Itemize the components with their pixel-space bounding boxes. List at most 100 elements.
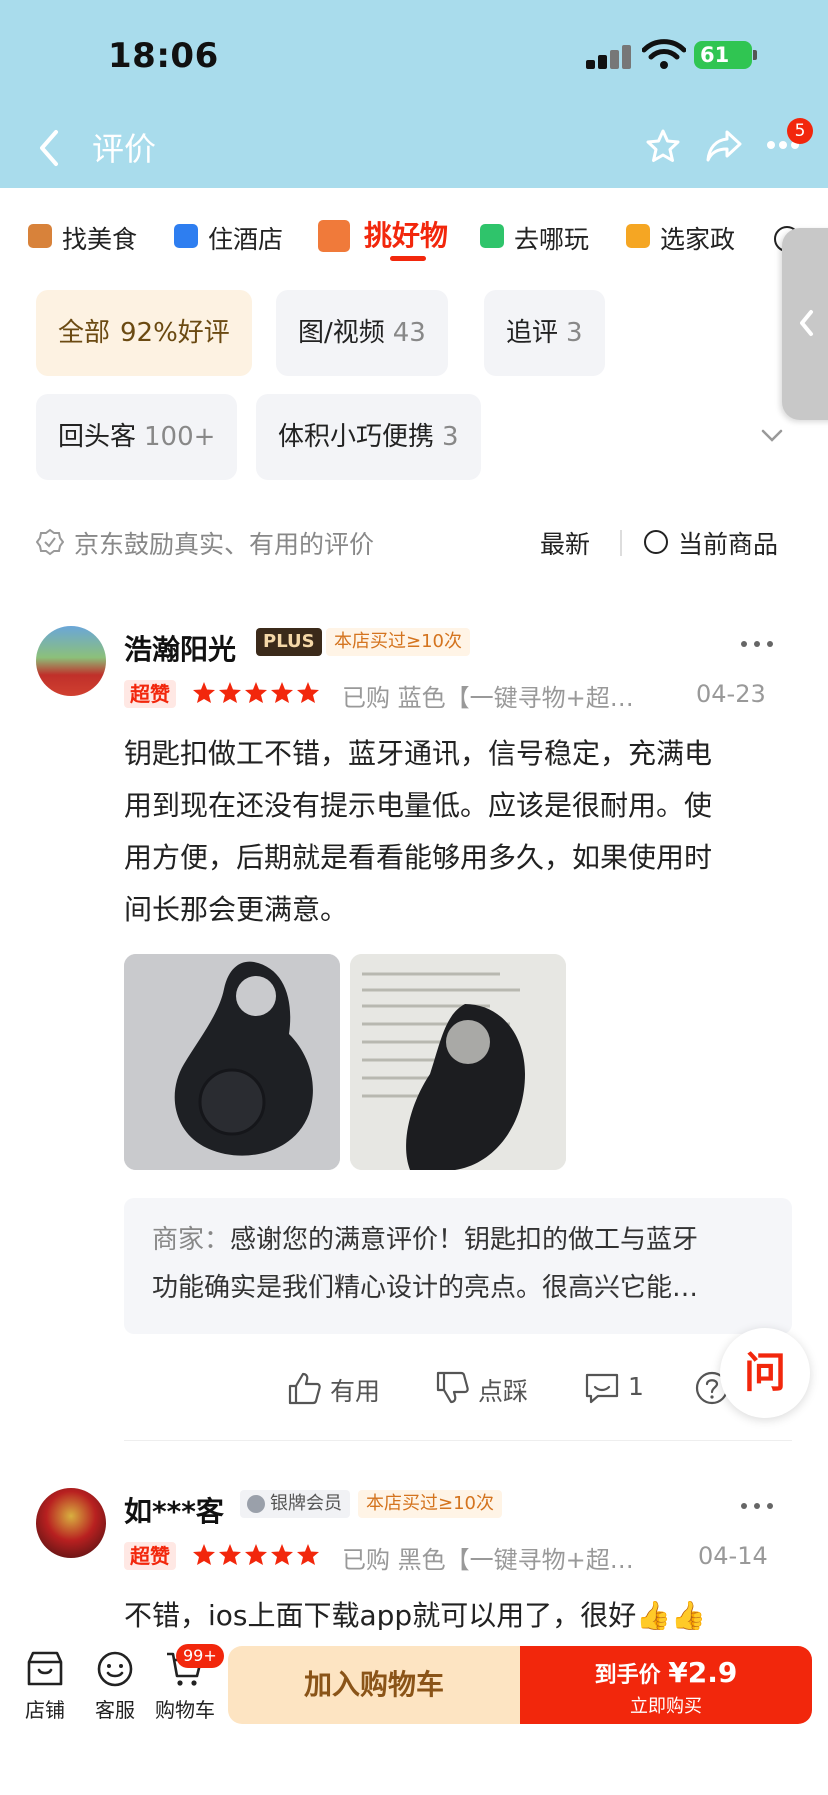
status-time: 18:06 [108, 36, 219, 76]
current-product-radio-icon[interactable] [644, 530, 668, 554]
review-line: 用到现在还没有提示电量低。应该是很耐用。使 [124, 789, 713, 822]
buy-now-button[interactable]: 到手价 ¥2.9 立即购买 [520, 1646, 812, 1724]
tab-label: 去哪玩 [514, 225, 590, 254]
plus-member-badge: PLUS [256, 628, 322, 656]
add-to-cart-button[interactable]: 加入购物车 [228, 1646, 520, 1724]
filter-label: 全部 [58, 318, 111, 348]
thumbs-up-icon [288, 1372, 321, 1405]
shopping-bag-icon [318, 220, 350, 252]
bottom-action-bar: 店铺 客服 购物车 99+ 加入购物车 到手价 ¥2.9 立即购买 [0, 1630, 828, 1795]
merchant-reply-line: 感谢您的满意评价！钥匙扣的做工与蓝牙 [230, 1225, 699, 1255]
battery-icon: 61 [694, 41, 752, 69]
review-line: 用方便，后期就是看看能够用多久，如果使用时 [124, 841, 713, 874]
tab-label: 找美食 [62, 225, 138, 254]
rating-badge: 超赞 [124, 680, 176, 708]
rating-badge: 超赞 [124, 1542, 176, 1570]
filter-count: 100+ [144, 422, 216, 452]
shop-button[interactable]: 店铺 [10, 1650, 80, 1723]
active-tab-indicator [390, 256, 426, 261]
review-separator [124, 1440, 792, 1441]
useful-label: 有用 [330, 1377, 381, 1406]
sort-newest[interactable]: 最新 [540, 525, 590, 561]
review-date: 04-23 [696, 680, 766, 708]
mountain-icon [480, 224, 504, 248]
filter-count: 3 [442, 422, 459, 452]
repeat-buyer-badge: 本店买过≥10次 [326, 628, 470, 656]
filter-count: 92%好评 [120, 318, 230, 348]
review-date: 04-14 [698, 1542, 768, 1570]
tab-label: 挑好物 [364, 219, 449, 252]
comment-icon [585, 1373, 619, 1404]
reviewer-name[interactable]: 如***客 [124, 1490, 224, 1530]
tab-label: 住酒店 [208, 225, 284, 254]
battery-tip [753, 50, 757, 60]
filter-repeat-buyer[interactable]: 回头客 100+ [36, 394, 238, 480]
reviewer-name[interactable]: 浩瀚阳光 [124, 628, 236, 668]
five-stars-icon [193, 682, 319, 703]
filter-all[interactable]: 全部 92%好评 [36, 290, 252, 376]
avatar[interactable] [36, 1488, 106, 1558]
filter-label: 图/视频 [298, 318, 385, 348]
silver-medal-icon [247, 1495, 265, 1513]
key-finder-photo [124, 954, 340, 1170]
filter-count: 3 [566, 318, 583, 348]
share-icon[interactable] [705, 128, 743, 164]
filter-label: 回头客 [58, 422, 137, 452]
final-price-line: 到手价 ¥2.9 [520, 1656, 812, 1689]
wifi-icon [642, 39, 686, 69]
cart-count-badge: 99+ [176, 1644, 224, 1668]
filter-label: 追评 [506, 318, 559, 348]
food-bag-icon [28, 224, 52, 248]
cart-label: 购物车 [155, 1698, 215, 1722]
filter-followup[interactable]: 追评 3 [484, 290, 605, 376]
verified-shield-icon [36, 528, 64, 556]
avatar[interactable] [36, 626, 106, 696]
merchant-label: 商家： [152, 1225, 231, 1255]
review-more-icon[interactable] [740, 1502, 774, 1510]
buy-now-label: 立即购买 [630, 1696, 702, 1717]
page-title: 评价 [92, 130, 157, 168]
review-text: 钥匙扣做工不错，蓝牙通讯，信号稳定，充满电 用到现在还没有提示电量低。应该是很耐… [124, 728, 784, 936]
expand-filters-chevron-icon[interactable] [760, 428, 784, 444]
filter-label: 体积小巧便携 [278, 422, 435, 452]
comment-count: 1 [628, 1372, 644, 1401]
shop-label: 店铺 [25, 1698, 65, 1722]
favorite-star-icon[interactable] [645, 128, 681, 164]
final-price-label: 到手价 [594, 1663, 661, 1688]
final-price: ¥2.9 [668, 1656, 738, 1689]
merchant-reply[interactable]: 商家：感谢您的满意评价！钥匙扣的做工与蓝牙 功能确实是我们精心设计的亮点。很高兴… [124, 1198, 792, 1334]
key-finder-on-manual-photo [350, 954, 566, 1170]
filter-count: 43 [392, 318, 426, 348]
filter-portable[interactable]: 体积小巧便携 3 [256, 394, 481, 480]
store-icon [27, 1651, 63, 1686]
merchant-reply-line: 功能确实是我们精心设计的亮点。很高兴它能… [152, 1273, 699, 1303]
review-photo[interactable] [350, 954, 566, 1170]
notification-badge: 5 [787, 118, 813, 144]
member-level: 银牌会员 [270, 1493, 342, 1514]
review-info-row: 京东鼓励真实、有用的评价 最新 当前商品 [0, 522, 828, 562]
customer-service-button[interactable]: 客服 [80, 1650, 150, 1723]
review-line: 间长那会更满意。 [124, 893, 349, 926]
service-label: 客服 [95, 1698, 135, 1722]
divider [620, 530, 622, 556]
purchased-variant: 已购 蓝色【一键寻物+超长待机】 [342, 684, 656, 712]
cellular-signal-icon [586, 45, 638, 69]
thumbs-down-icon [436, 1371, 469, 1404]
review-photo[interactable] [124, 954, 340, 1170]
back-arrow-icon[interactable] [36, 128, 62, 168]
hotel-icon [174, 224, 198, 248]
battery-level: 61 [700, 43, 730, 67]
side-drawer-tab[interactable] [782, 228, 828, 420]
five-stars-icon [193, 1544, 319, 1565]
purchased-variant: 已购 黑色【一键寻物+超长待机】 [342, 1546, 656, 1574]
review-line: 钥匙扣做工不错，蓝牙通讯，信号稳定，充满电 [124, 737, 713, 770]
current-product-label[interactable]: 当前商品 [678, 525, 778, 561]
header-bar: 18:06 61 评价 5 [0, 0, 828, 188]
review-more-icon[interactable] [740, 640, 774, 648]
ask-question-fab[interactable]: 问 [720, 1328, 810, 1418]
filter-media[interactable]: 图/视频 43 [276, 290, 448, 376]
chevron-left-icon [800, 310, 813, 336]
category-tabs: 找美食 住酒店 挑好物 去哪玩 选家政 [0, 206, 828, 266]
silver-member-badge: 银牌会员 [240, 1490, 350, 1518]
dislike-label: 点踩 [478, 1377, 529, 1406]
